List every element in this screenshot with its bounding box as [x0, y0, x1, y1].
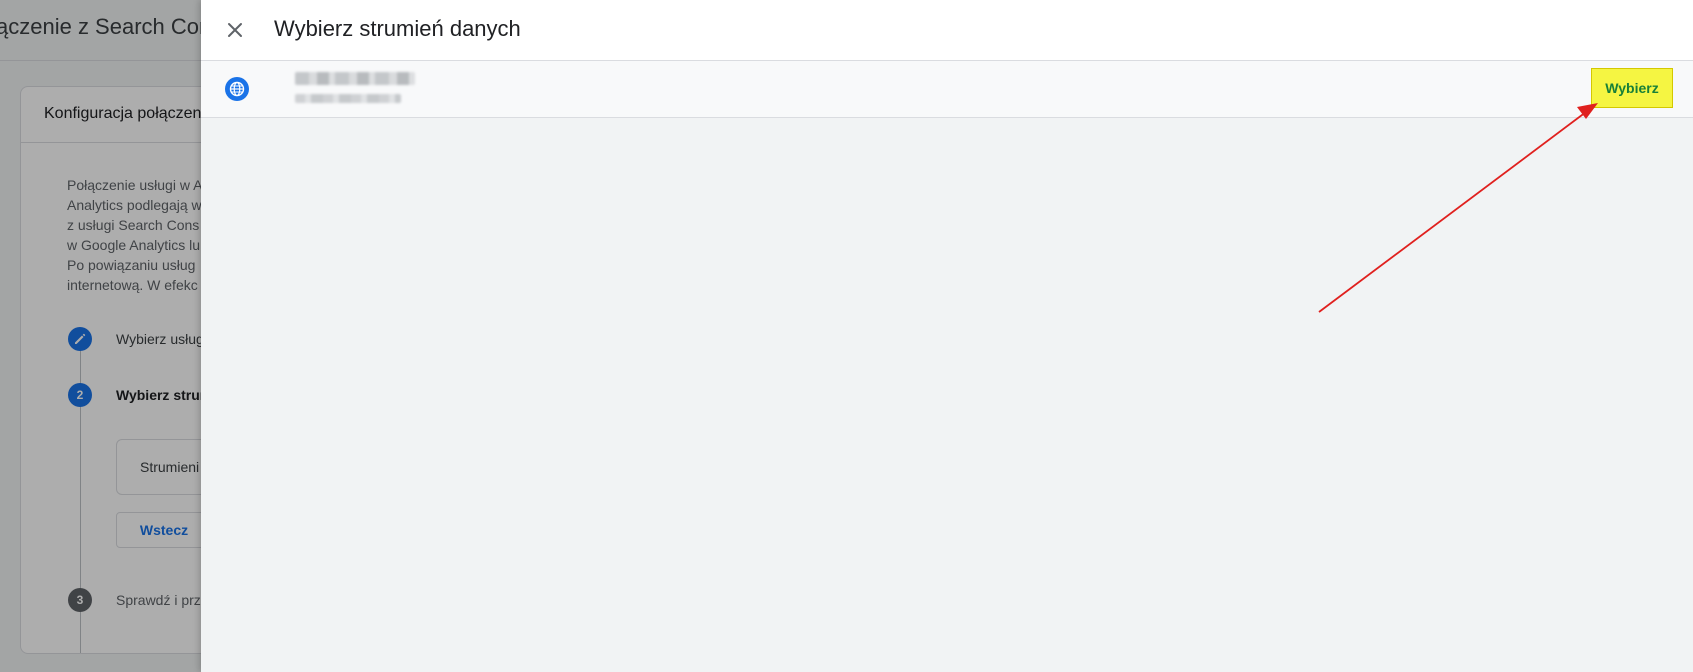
panel-header: Wybierz strumień danych	[201, 0, 1693, 61]
stream-url-redacted: ██████████████	[295, 94, 401, 103]
close-icon	[221, 16, 249, 44]
globe-icon	[225, 77, 249, 101]
stream-name-redacted: ████ ████ ████	[295, 72, 415, 85]
select-stream-button[interactable]: Wybierz	[1591, 68, 1673, 108]
close-button[interactable]	[221, 16, 249, 44]
stream-row[interactable]: ████ ████ ████ ██████████████ Wybierz	[201, 61, 1693, 118]
panel-title: Wybierz strumień danych	[274, 16, 521, 41]
select-data-stream-panel: Wybierz strumień danych ████ ████ ████ █…	[201, 0, 1693, 672]
